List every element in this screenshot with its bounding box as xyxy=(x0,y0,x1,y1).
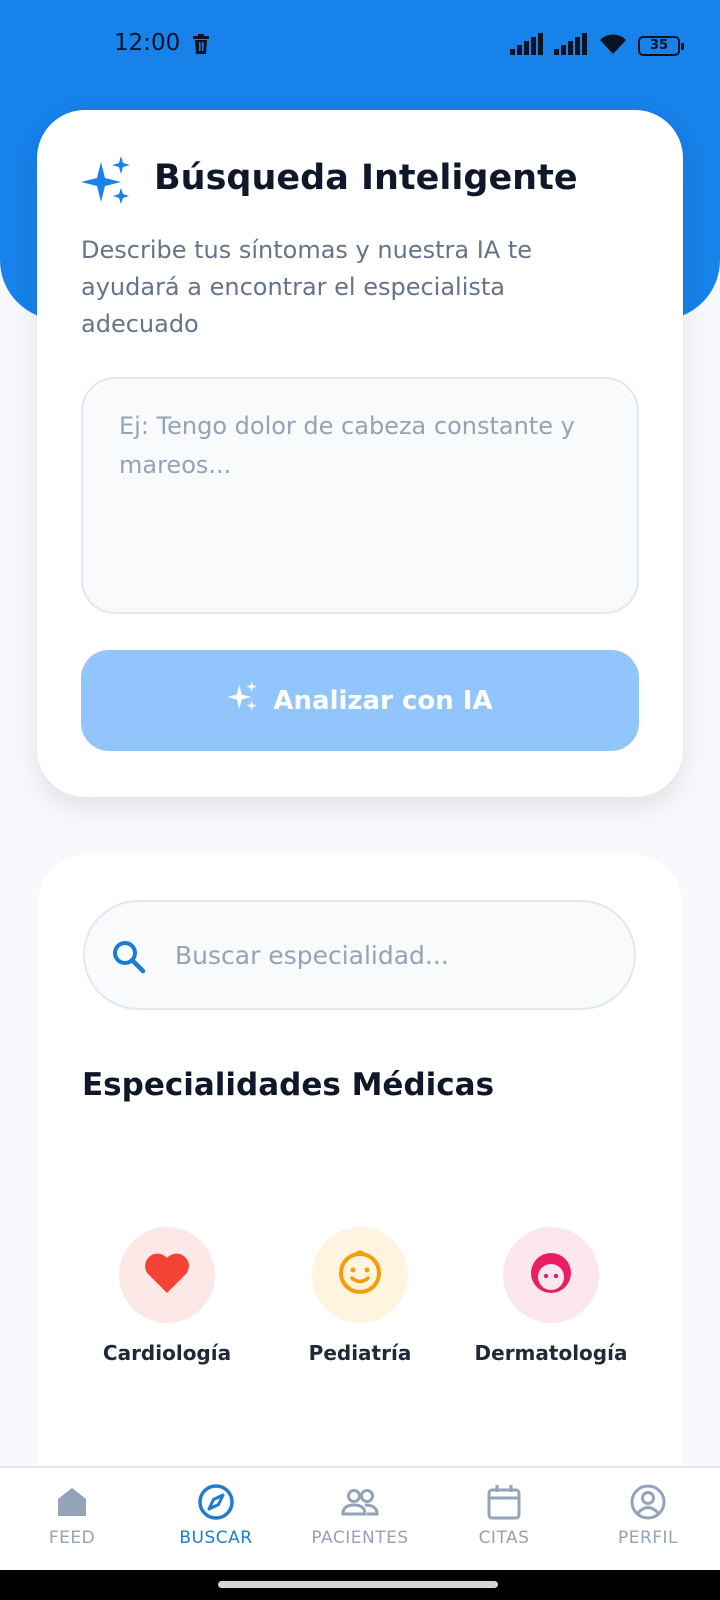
symptoms-input[interactable] xyxy=(81,377,639,614)
nav-label: CITAS xyxy=(478,1528,530,1548)
search-icon xyxy=(111,939,147,979)
trash-icon xyxy=(192,34,210,58)
specialty-icon-circle xyxy=(503,1227,599,1323)
specialty-search-input[interactable] xyxy=(175,922,605,988)
ai-search-description: Describe tus síntomas y nuestra IA te ay… xyxy=(81,236,532,338)
analyze-with-ai-button[interactable]: Analizar con IA xyxy=(81,650,639,751)
specialties-grid: Cardiología Pediatría Dermatología xyxy=(38,1227,682,1387)
nav-item-feed[interactable]: FEED xyxy=(0,1482,144,1548)
home-icon xyxy=(0,1482,144,1522)
specialty-label: Cardiología xyxy=(102,1341,232,1365)
nav-item-buscar[interactable]: BUSCAR xyxy=(144,1482,288,1548)
nav-item-perfil[interactable]: PERFIL xyxy=(576,1482,720,1548)
sparkle-icon xyxy=(227,681,259,720)
specialty-dermatology[interactable]: Dermatología xyxy=(451,1227,651,1365)
analyze-button-label: Analizar con IA xyxy=(273,685,493,716)
baby-face-icon xyxy=(336,1249,384,1301)
nav-label: PERFIL xyxy=(617,1528,679,1548)
face-icon xyxy=(527,1249,575,1301)
ai-search-title: Búsqueda Inteligente xyxy=(154,158,578,198)
signal-icon-secondary xyxy=(554,33,588,59)
specialty-icon-circle xyxy=(312,1227,408,1323)
specialties-title: Especialidades Médicas xyxy=(82,1067,495,1103)
calendar-icon xyxy=(432,1482,576,1522)
specialty-icon-circle xyxy=(119,1227,215,1323)
nav-item-citas[interactable]: CITAS xyxy=(432,1482,576,1548)
nav-label: PACIENTES xyxy=(311,1528,409,1548)
status-icons: 35 xyxy=(510,32,684,60)
system-navigation-bar xyxy=(0,1570,720,1600)
specialty-search-bar[interactable] xyxy=(83,900,636,1010)
nav-label: FEED xyxy=(48,1528,96,1548)
ai-search-card: Búsqueda Inteligente Describe tus síntom… xyxy=(37,110,683,797)
status-bar: 12:00 35 xyxy=(0,0,720,90)
bottom-navigation: FEED BUSCAR PACIENTES CITAS PERFIL xyxy=(0,1466,720,1570)
heart-icon xyxy=(144,1252,190,1298)
specialty-pediatrics[interactable]: Pediatría xyxy=(260,1227,460,1365)
battery-icon: 35 xyxy=(638,36,684,56)
wifi-icon xyxy=(598,32,628,60)
compass-icon xyxy=(144,1482,288,1522)
specialty-cardiology[interactable]: Cardiología xyxy=(67,1227,267,1365)
status-time: 12:00 xyxy=(114,30,181,56)
specialty-label: Pediatría xyxy=(308,1341,412,1365)
profile-icon xyxy=(576,1482,720,1522)
specialty-label: Dermatología xyxy=(474,1341,628,1365)
signal-icon xyxy=(510,33,544,59)
people-icon xyxy=(288,1482,432,1522)
sparkle-icon xyxy=(81,156,133,212)
nav-label: BUSCAR xyxy=(179,1528,253,1548)
home-indicator[interactable] xyxy=(218,1581,498,1588)
nav-item-pacientes[interactable]: PACIENTES xyxy=(288,1482,432,1548)
